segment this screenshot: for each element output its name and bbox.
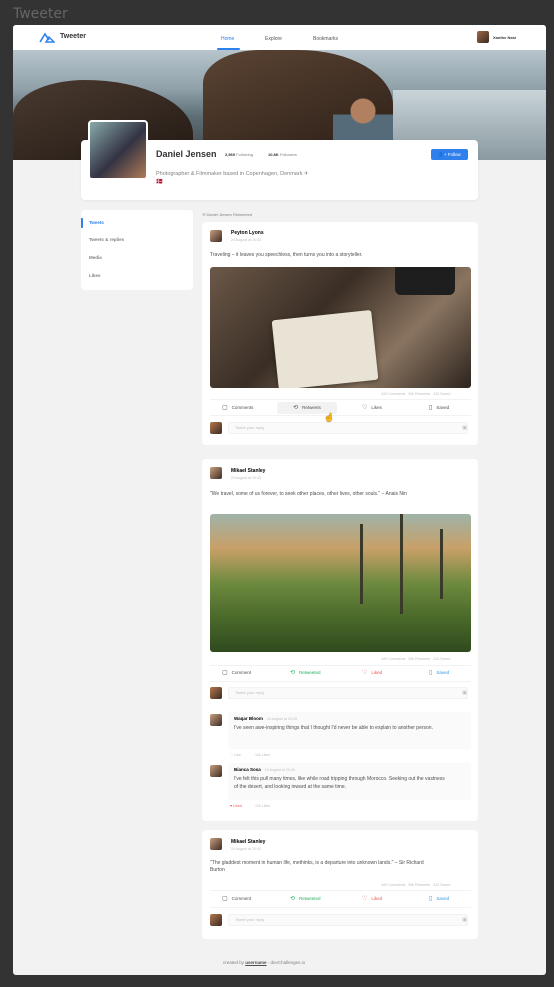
- reply-avatar: [210, 914, 222, 926]
- heart-icon: ♡: [362, 405, 368, 411]
- reply-input[interactable]: Tweet your reply: [228, 422, 468, 434]
- mouse-cursor-icon: ☝: [324, 413, 334, 422]
- retweet-icon: ⟲: [290, 670, 296, 676]
- top-navbar: Tweeter Home Explore Bookmarks Xanthe Ne…: [13, 25, 546, 50]
- comment-button[interactable]: ▢ Comment: [222, 667, 251, 679]
- comment-icon: ▢: [222, 896, 228, 902]
- image-upload-icon[interactable]: ▣: [462, 690, 467, 696]
- tweet-author-avatar[interactable]: [210, 467, 222, 479]
- tweet-image[interactable]: [210, 514, 471, 652]
- profile-name: Daniel Jensen: [156, 149, 217, 159]
- retweet-icon: ⟲: [293, 405, 299, 411]
- comment-date: 24 August at 20:43: [266, 717, 297, 721]
- tweet-author-avatar[interactable]: [210, 838, 222, 850]
- filter-likes[interactable]: Likes: [89, 273, 101, 278]
- tweet-author-name[interactable]: Peyton Lyons: [231, 230, 264, 236]
- save-button[interactable]: ▯ Saved: [429, 402, 449, 414]
- comment-text: I've seen awe-inspiring things that I th…: [234, 725, 433, 731]
- tweet-text: "We travel, some of us forever, to seek …: [210, 491, 407, 497]
- user-avatar[interactable]: [477, 31, 489, 43]
- filter-tweets-replies[interactable]: Tweets & replies: [89, 237, 124, 242]
- reply-avatar: [210, 687, 222, 699]
- nav-home[interactable]: Home: [221, 36, 234, 42]
- retweet-note: ⟲ Daniel Jensen Retweeted: [202, 212, 253, 217]
- like-button[interactable]: ♡ Liked: [362, 893, 382, 905]
- reply-composer: Tweet your reply ▣: [210, 687, 471, 699]
- bookmark-icon: ▯: [429, 896, 433, 902]
- comment: Waqar Bloom 24 August at 20:43 I've seen …: [228, 712, 471, 749]
- tweet-date: 24 August at 20:43: [231, 847, 261, 851]
- comment-avatar[interactable]: [210, 714, 222, 726]
- tweet-text: Traveling – it leaves you speechless, th…: [210, 252, 363, 258]
- user-name[interactable]: Xanthe Neal: [493, 35, 516, 40]
- reply-composer: Tweet your reply ▣: [210, 422, 471, 434]
- tweet-card: Mikael Stanley 24 August at 20:43 "The g…: [202, 830, 478, 939]
- comment-icon: ▢: [222, 670, 228, 676]
- comment-like-button[interactable]: ♡ Like: [230, 753, 241, 757]
- footer-username-link[interactable]: username: [245, 960, 266, 965]
- comment-button[interactable]: ▢ Comments: [222, 402, 253, 414]
- tweet-stats: 449 Comments 59k Retweets 234 Saved: [381, 883, 451, 887]
- profile-bio: Photographer & Filmmaker based in Copenh…: [156, 171, 309, 185]
- comment-icon: ▢: [222, 405, 228, 411]
- tweet-stats: 449 Comments 59k Retweets 234 Saved: [381, 657, 451, 661]
- image-upload-icon[interactable]: ▣: [462, 425, 467, 431]
- tweet-card: Mikael Stanley 24 August at 20:43 "We tr…: [202, 459, 478, 821]
- comment-likes-count: 12k Likes: [255, 753, 271, 757]
- reply-input[interactable]: Tweet your reply: [228, 914, 468, 926]
- heart-icon: ♥: [230, 804, 233, 808]
- heart-icon: ♡: [230, 753, 234, 757]
- active-filter-indicator: [81, 218, 83, 228]
- bookmark-icon: ▯: [429, 405, 433, 411]
- profile-avatar: [88, 120, 148, 180]
- tweet-date: 24 August at 20:43: [231, 476, 261, 480]
- app-frame: Tweeter Home Explore Bookmarks Xanthe Ne…: [13, 25, 546, 975]
- follow-button[interactable]: 👤+ Follow: [431, 149, 468, 160]
- following-stat[interactable]: 2,569 Following: [225, 152, 253, 157]
- like-button[interactable]: ♡ Liked: [362, 667, 382, 679]
- retweet-button[interactable]: ⟲ Retweeted: [290, 893, 321, 905]
- nav-bookmarks[interactable]: Bookmarks: [313, 36, 338, 42]
- reply-input[interactable]: Tweet your reply: [228, 687, 468, 699]
- tweet-image[interactable]: [210, 267, 471, 388]
- comment: Bianca Sosa 24 August at 20:43 I've felt …: [228, 763, 471, 800]
- save-button[interactable]: ▯ Saved: [429, 667, 449, 679]
- retweet-icon: ⟲: [202, 212, 206, 217]
- heart-icon: ♡: [362, 670, 368, 676]
- tweet-author-name[interactable]: Mikael Stanley: [231, 839, 265, 845]
- comment-avatar[interactable]: [210, 765, 222, 777]
- save-button[interactable]: ▯ Saved: [429, 893, 449, 905]
- window-title: Tweeter: [13, 6, 68, 22]
- bookmark-icon: ▯: [429, 670, 433, 676]
- nav-explore[interactable]: Explore: [265, 36, 282, 42]
- filter-media[interactable]: Media: [89, 255, 102, 260]
- tweet-date: 24 August at 20:43: [231, 238, 261, 242]
- footer: created by username - devChallenges.io: [223, 960, 306, 965]
- retweet-button[interactable]: ⟲ Retweeted: [290, 667, 321, 679]
- tweet-author-name[interactable]: Mikael Stanley: [231, 468, 265, 474]
- brand-name[interactable]: Tweeter: [60, 33, 86, 40]
- comment-author[interactable]: Bianca Sosa: [234, 767, 261, 772]
- comment-likes-count: 12k Likes: [255, 804, 271, 808]
- profile-filter-menu: Tweets Tweets & replies Media Likes: [81, 210, 193, 290]
- tweet-card: Peyton Lyons 24 August at 20:43 Travelin…: [202, 222, 478, 445]
- comment-like-button[interactable]: ♥ Liked: [230, 804, 242, 808]
- heart-icon: ♡: [362, 896, 368, 902]
- comment-author[interactable]: Waqar Bloom: [234, 716, 263, 721]
- person-add-icon: 👤+: [438, 152, 447, 157]
- tweet-stats: 449 Comments 59k Retweets 234 Saved: [381, 392, 451, 396]
- retweet-icon: ⟲: [290, 896, 296, 902]
- comment-date: 24 August at 20:43: [264, 768, 295, 772]
- reply-composer: Tweet your reply ▣: [210, 914, 471, 926]
- tweet-author-avatar[interactable]: [210, 230, 222, 242]
- filter-tweets[interactable]: Tweets: [89, 220, 104, 225]
- like-button[interactable]: ♡ Likes: [362, 402, 382, 414]
- comment-text: I've felt this pull many times, like whi…: [234, 776, 445, 790]
- tweet-text: "The gladdest moment in human life, meth…: [210, 860, 424, 873]
- followers-stat[interactable]: 10.8K Followers: [268, 152, 297, 157]
- tweeter-logo-icon[interactable]: [39, 32, 55, 43]
- comment-button[interactable]: ▢ Comment: [222, 893, 251, 905]
- reply-avatar: [210, 422, 222, 434]
- image-upload-icon[interactable]: ▣: [462, 917, 467, 923]
